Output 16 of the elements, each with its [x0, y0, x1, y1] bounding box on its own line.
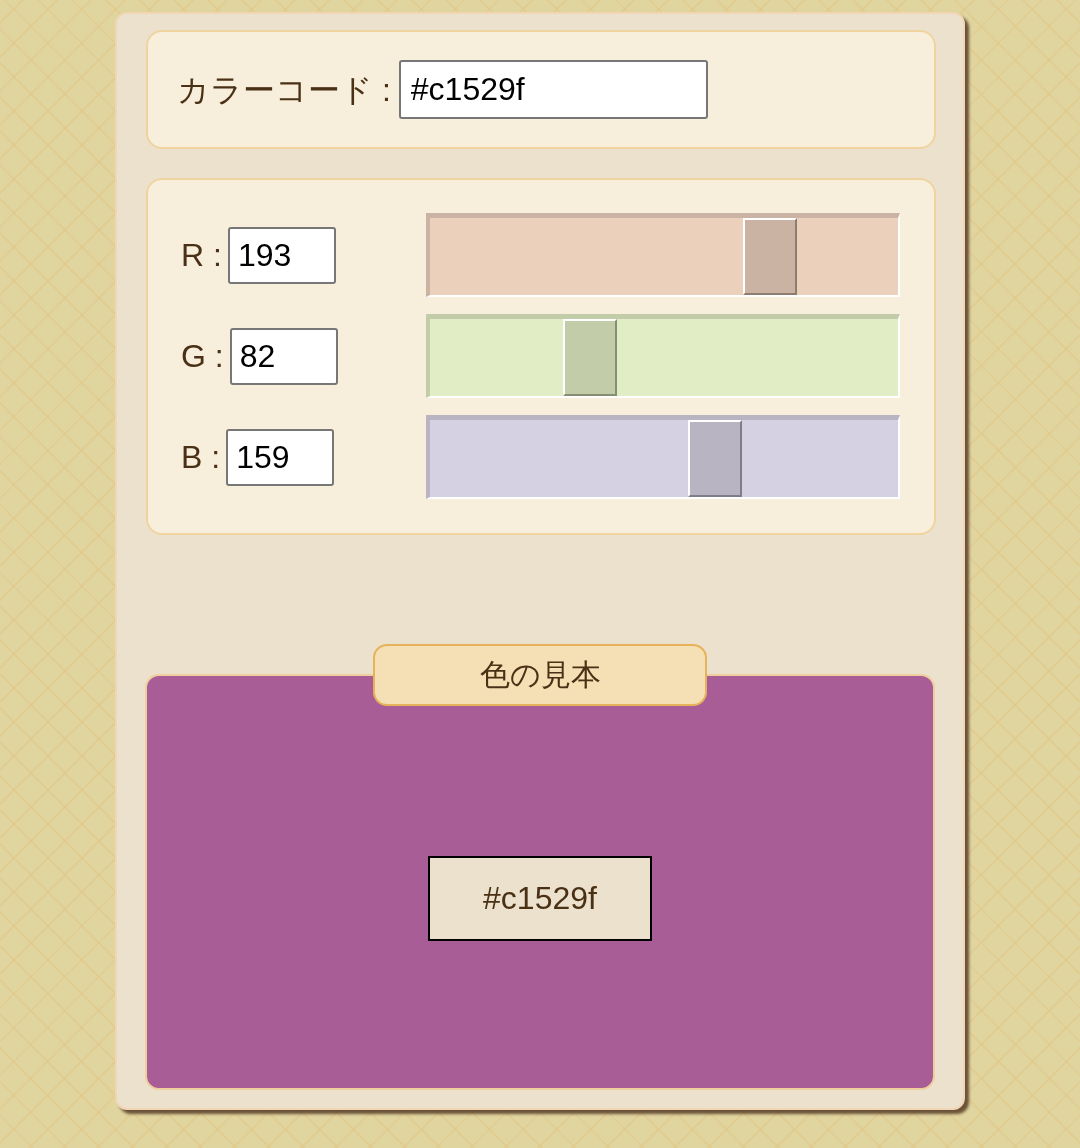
channel-value-field[interactable]: 193	[227, 226, 336, 284]
channel-label: B :	[181, 441, 221, 473]
channel-slider[interactable]	[426, 213, 900, 297]
channel-value-field[interactable]: 82	[229, 327, 338, 385]
color-code-field[interactable]: #c1529f	[398, 60, 708, 119]
channel-value-field[interactable]: 159	[226, 428, 335, 486]
channel-label: R :	[181, 239, 222, 271]
channel-slider[interactable]	[426, 415, 900, 499]
slider-thumb[interactable]	[743, 218, 798, 295]
channel-slider[interactable]	[426, 314, 900, 398]
channel-label: G :	[181, 340, 224, 372]
slider-thumb[interactable]	[563, 319, 618, 396]
swatch-title: 色の見本	[373, 644, 707, 706]
swatch-code-label: #c1529f	[428, 855, 652, 941]
slider-thumb[interactable]	[688, 420, 743, 497]
color-code-label: カラーコード :	[177, 73, 391, 106]
